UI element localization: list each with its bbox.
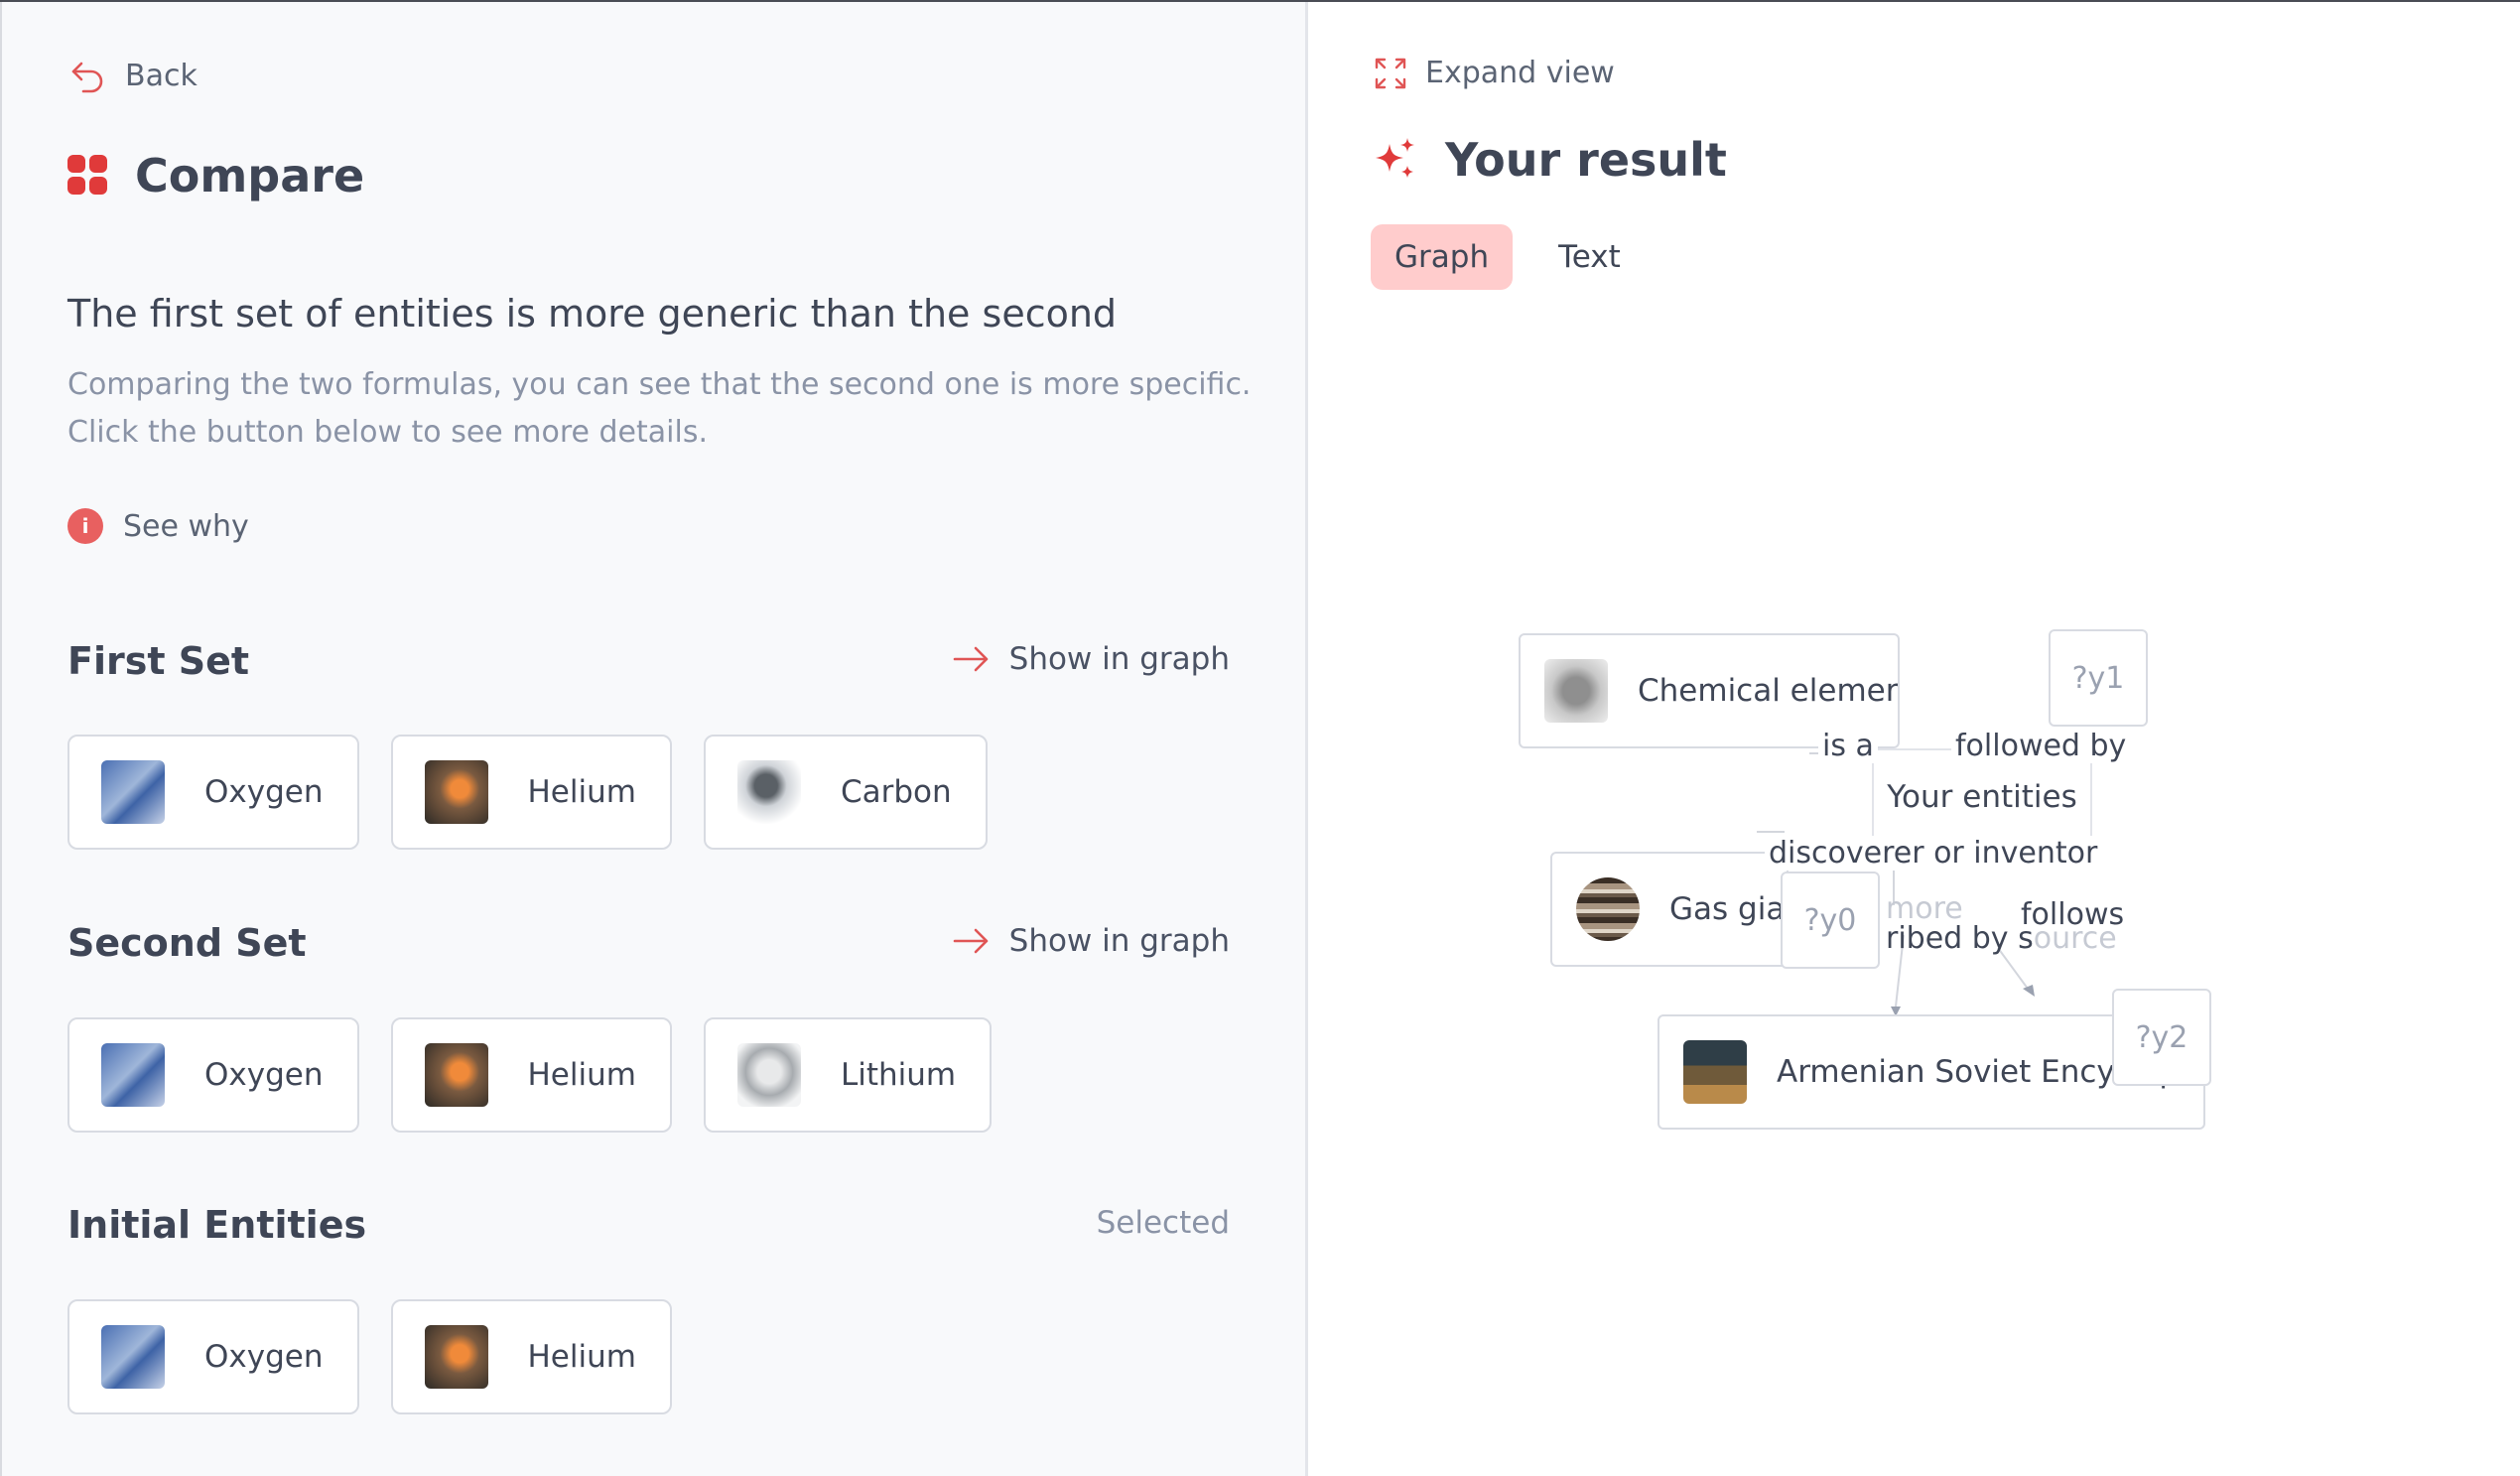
back-arrow-icon [71, 62, 103, 93]
compare-grid-icon [67, 155, 109, 197]
second-set-show-in-graph-button[interactable]: Show in graph [952, 923, 1230, 959]
entity-chip-label: Lithium [840, 1057, 957, 1093]
graph-edges [1757, 752, 2035, 1016]
result-title-text: Your result [1445, 133, 1727, 187]
edge-label-described-by-text: ribed by s [1886, 921, 2034, 956]
initial-entities-chips: Oxygen Helium [67, 1299, 672, 1414]
graph-variable-y0[interactable]: ?y0 [1781, 872, 1880, 969]
first-set-show-in-graph-button[interactable]: Show in graph [952, 641, 1230, 677]
page-title-text: Compare [135, 149, 365, 202]
entity-chip-oxygen[interactable]: Oxygen [67, 1299, 359, 1414]
result-title: Your result [1372, 133, 1727, 187]
sparkles-icon [1376, 138, 1414, 178]
see-why-button[interactable]: i See why [67, 508, 249, 544]
result-graph[interactable]: Chemical element ?y1 Your entities Gas g… [1308, 300, 2520, 1476]
edge-label-followed-by: followed by [1951, 729, 2131, 763]
edge-label-discoverer-or-inventor: discoverer or inventor [1765, 836, 2102, 871]
oxygen-image [101, 1043, 165, 1107]
entity-chip-label: Helium [527, 1057, 636, 1093]
show-in-graph-label: Show in graph [1008, 641, 1230, 677]
show-in-graph-label: Show in graph [1008, 923, 1230, 959]
initial-entities-title: Initial Entities [67, 1203, 367, 1247]
comparison-description: Comparing the two formulas, you can see … [67, 367, 1252, 450]
arrow-right-icon [953, 928, 988, 954]
entity-chip-label: Carbon [840, 774, 952, 810]
gas-giant-image [1576, 877, 1640, 941]
entity-chip-label: Oxygen [204, 774, 324, 810]
entity-chip-helium[interactable]: Helium [390, 735, 672, 850]
left-panel: Back Compare The first set of entities i… [0, 2, 1308, 1476]
entity-chip-label: Helium [527, 1339, 636, 1375]
graph-node-label: Gas gian [1669, 891, 1787, 927]
edge-label-is-a: is a [1818, 729, 1878, 763]
entity-chip-oxygen[interactable]: Oxygen [67, 735, 359, 850]
graph-variable-y2[interactable]: ?y2 [2112, 989, 2211, 1086]
back-button[interactable]: Back [67, 56, 198, 95]
comparison-headline: The first set of entities is more generi… [67, 292, 1118, 335]
graph-variable-y1[interactable]: ?y1 [2049, 629, 2148, 727]
oxygen-image [101, 1325, 165, 1389]
expand-view-label: Expand view [1425, 56, 1615, 90]
graph-node-label: Chemical element [1638, 673, 1900, 709]
page-title: Compare [67, 149, 364, 202]
lithium-image [736, 1043, 801, 1107]
expand-icon [1375, 58, 1406, 88]
back-label: Back [125, 58, 198, 93]
oxygen-image [101, 760, 165, 824]
edge-label-follows: follows [2021, 897, 2125, 932]
carbon-image [736, 760, 801, 824]
expand-view-button[interactable]: Expand view [1374, 56, 1615, 90]
entity-chip-oxygen[interactable]: Oxygen [67, 1017, 359, 1133]
tab-text[interactable]: Text [1534, 224, 1645, 290]
graph-node-label: Your entities [1887, 779, 2077, 815]
entity-chip-label: Oxygen [204, 1339, 324, 1375]
armenian-encyclopedia-image [1683, 1040, 1747, 1104]
helium-image [424, 1043, 488, 1107]
entity-chip-helium[interactable]: Helium [390, 1299, 672, 1414]
first-set-title: First Set [67, 639, 250, 683]
entity-chip-label: Helium [527, 774, 636, 810]
second-set-chips: Oxygen Helium Lithium [67, 1017, 993, 1133]
entity-chip-lithium[interactable]: Lithium [703, 1017, 993, 1133]
see-why-label: See why [123, 508, 249, 544]
selected-status-label: Selected [1096, 1205, 1230, 1241]
arrow-right-icon [953, 646, 988, 672]
entity-chip-carbon[interactable]: Carbon [703, 735, 988, 850]
info-icon: i [67, 508, 103, 544]
second-set-title: Second Set [67, 921, 307, 965]
graph-node-gas-giant[interactable]: Gas gian [1550, 852, 1789, 967]
tab-graph[interactable]: Graph [1371, 224, 1514, 290]
view-tabs: Graph Text [1371, 224, 1645, 290]
helium-image [424, 760, 488, 824]
first-set-chips: Oxygen Helium Carbon [67, 735, 988, 850]
entity-chip-helium[interactable]: Helium [390, 1017, 672, 1133]
helium-image [424, 1325, 488, 1389]
chemical-element-image [1544, 659, 1608, 723]
entity-chip-label: Oxygen [204, 1057, 324, 1093]
